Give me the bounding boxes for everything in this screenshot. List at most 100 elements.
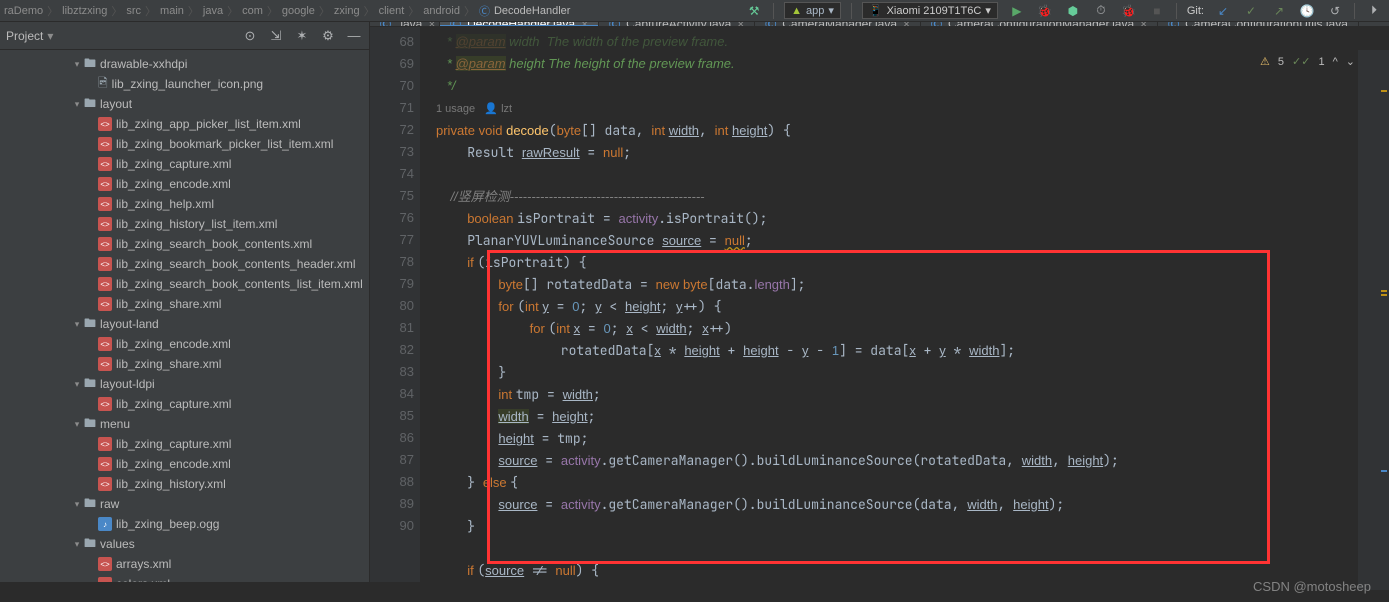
tree-row[interactable]: <>lib_zxing_capture.xml — [0, 434, 369, 454]
tree-label: lib_zxing_app_picker_list_item.xml — [116, 117, 301, 131]
tree-row[interactable]: <>lib_zxing_history.xml — [0, 474, 369, 494]
tree-row[interactable]: <>lib_zxing_capture.xml — [0, 394, 369, 414]
more-icon[interactable]: ⏵ — [1365, 2, 1383, 20]
tree-row[interactable]: <> arrays.xml — [0, 554, 369, 574]
xml-icon: <> — [98, 577, 112, 582]
tab-label: .java — [397, 22, 422, 26]
editor-tab[interactable]: ⒸDecodeHandler.java× — [440, 22, 599, 26]
tree-row[interactable]: ▾🖿values — [0, 534, 369, 554]
tree-label: lib_zxing_bookmark_picker_list_item.xml — [116, 137, 333, 151]
device-selector[interactable]: 📱Xiaomi 2109T1T6C ▾ — [862, 2, 998, 19]
git-rollback-icon[interactable]: ↺ — [1326, 2, 1344, 20]
xml-icon: <> — [98, 157, 112, 171]
tree-label: arrays.xml — [116, 557, 171, 571]
tree-label: values — [100, 537, 135, 551]
tree-row[interactable]: ▾🖿drawable-xxhdpi — [0, 54, 369, 74]
git-history-icon[interactable]: 🕓 — [1298, 2, 1316, 20]
tree-row[interactable]: <>lib_zxing_search_book_contents_list_it… — [0, 274, 369, 294]
tree-row[interactable]: ▾🖿layout-ldpi — [0, 374, 369, 394]
hide-icon[interactable]: — — [345, 27, 363, 45]
tree-label: menu — [100, 417, 130, 431]
folder-icon: 🖿 — [84, 534, 96, 555]
editor-tab[interactable]: ⒸCameraManager.java× — [755, 22, 921, 26]
inspections-widget[interactable]: ⚠5 ✓✓1 ^ ⌄ — [1260, 55, 1355, 68]
editor-tab[interactable]: ⒸCaptureActivity.java× — [599, 22, 755, 26]
chevron-up-icon[interactable]: ^ — [1333, 56, 1338, 68]
tree-row[interactable]: ▾🖿raw — [0, 494, 369, 514]
tree-row[interactable]: 🖻 lib_zxing_launcher_icon.png — [0, 74, 369, 94]
chevron-down-icon: ▾ — [985, 4, 991, 17]
tree-row[interactable]: ▾🖿menu — [0, 414, 369, 434]
editor-area: Ⓒ.java×ⒸDecodeHandler.java×ⒸCaptureActiv… — [370, 22, 1389, 582]
panel-header: Project ▾ ⊙ ⇲ ✶ ⚙ — — [0, 22, 369, 50]
tree-row[interactable]: <>lib_zxing_search_book_contents_header.… — [0, 254, 369, 274]
editor-tab[interactable]: ⒸCameraConfigurationUtils.java — [1158, 22, 1359, 26]
tree-row[interactable]: <>lib_zxing_share.xml — [0, 294, 369, 314]
warning-count: 5 — [1278, 56, 1284, 68]
stop-button[interactable]: ■ — [1148, 2, 1166, 20]
git-push-icon[interactable]: ↗ — [1270, 2, 1288, 20]
tree-row[interactable]: ♪lib_zxing_beep.ogg — [0, 514, 369, 534]
coverage-button[interactable]: ⬢ — [1064, 2, 1082, 20]
collapse-icon[interactable]: ✶ — [293, 27, 311, 45]
project-tree[interactable]: ▾🖿drawable-xxhdpi🖻 lib_zxing_launcher_ico… — [0, 50, 369, 582]
tree-label: layout-land — [100, 317, 159, 331]
tree-label: lib_zxing_launcher_icon.png — [112, 77, 263, 91]
tree-row[interactable]: <>lib_zxing_share.xml — [0, 354, 369, 374]
select-opened-icon[interactable]: ⊙ — [241, 27, 259, 45]
run-button[interactable]: ▶ — [1008, 2, 1026, 20]
tree-label: lib_zxing_history.xml — [116, 477, 226, 491]
tree-row[interactable]: ▾🖿layout — [0, 94, 369, 114]
tree-label: lib_zxing_search_book_contents_list_item… — [116, 277, 363, 291]
tree-row[interactable]: <>lib_zxing_bookmark_picker_list_item.xm… — [0, 134, 369, 154]
tree-row[interactable]: <> lib_zxing_app_picker_list_item.xml — [0, 114, 369, 134]
tree-label: lib_zxing_encode.xml — [116, 337, 231, 351]
chevron-down-icon[interactable]: ⌄ — [1346, 55, 1355, 68]
tree-row[interactable]: <>lib_zxing_encode.xml — [0, 454, 369, 474]
git-commit-icon[interactable]: ✓ — [1242, 2, 1260, 20]
debug-button[interactable]: 🐞 — [1036, 2, 1054, 20]
tree-row[interactable]: <>lib_zxing_encode.xml — [0, 174, 369, 194]
folder-icon: 🖿 — [84, 494, 96, 515]
tree-label: layout — [100, 97, 132, 111]
git-update-icon[interactable]: ↙ — [1214, 2, 1232, 20]
tree-row[interactable]: <> colors.xml — [0, 574, 369, 582]
breadcrumb[interactable]: raDemo〉libztzxing〉src〉main〉java〉com〉goog… — [0, 3, 570, 19]
xml-icon: <> — [98, 557, 112, 571]
tree-label: colors.xml — [116, 577, 170, 582]
android-icon: ▲ — [791, 5, 802, 17]
panel-title[interactable]: Project — [6, 29, 43, 43]
attach-button[interactable]: 🐞 — [1120, 2, 1138, 20]
settings-icon[interactable]: ⚙ — [319, 27, 337, 45]
build-icon[interactable]: ⚒ — [745, 2, 763, 20]
profile-button[interactable]: ⏱ — [1092, 2, 1110, 20]
chevron-down-icon[interactable]: ▾ — [47, 29, 53, 43]
tree-label: lib_zxing_share.xml — [116, 297, 221, 311]
warning-icon: ⚠ — [1260, 55, 1270, 68]
tree-row[interactable]: <>lib_zxing_help.xml — [0, 194, 369, 214]
run-config-selector[interactable]: ▲app ▾ — [784, 2, 841, 19]
close-icon[interactable]: × — [428, 22, 435, 26]
xml-icon: <> — [98, 457, 112, 471]
expand-icon[interactable]: ⇲ — [267, 27, 285, 45]
code[interactable]: * @param width The width of the preview … — [420, 27, 1389, 582]
xml-icon: <> — [98, 437, 112, 451]
folder-icon: 🖿 — [84, 94, 96, 115]
chevron-down-icon: ▾ — [828, 4, 834, 17]
editor-tab[interactable]: ⒸCameraConfigurationManager.java× — [921, 22, 1158, 26]
tree-label: raw — [100, 497, 119, 511]
tree-label: lib_zxing_capture.xml — [116, 157, 231, 171]
xml-icon: <> — [98, 257, 112, 271]
tree-row[interactable]: <> lib_zxing_capture.xml — [0, 154, 369, 174]
minimap[interactable] — [1357, 50, 1389, 590]
tree-row[interactable]: <>lib_zxing_encode.xml — [0, 334, 369, 354]
tree-row[interactable]: <>lib_zxing_history_list_item.xml — [0, 214, 369, 234]
png-icon: 🖻 — [98, 74, 108, 95]
gutter: 6869707172737475767778798081828384858687… — [370, 27, 420, 582]
ogg-icon: ♪ — [98, 517, 112, 531]
tree-row[interactable]: <>lib_zxing_search_book_contents.xml — [0, 234, 369, 254]
tree-row[interactable]: ▾🖿layout-land — [0, 314, 369, 334]
xml-icon: <> — [98, 117, 112, 131]
editor-tab[interactable]: Ⓒ.java× — [370, 22, 440, 26]
folder-icon: 🖿 — [84, 414, 96, 435]
